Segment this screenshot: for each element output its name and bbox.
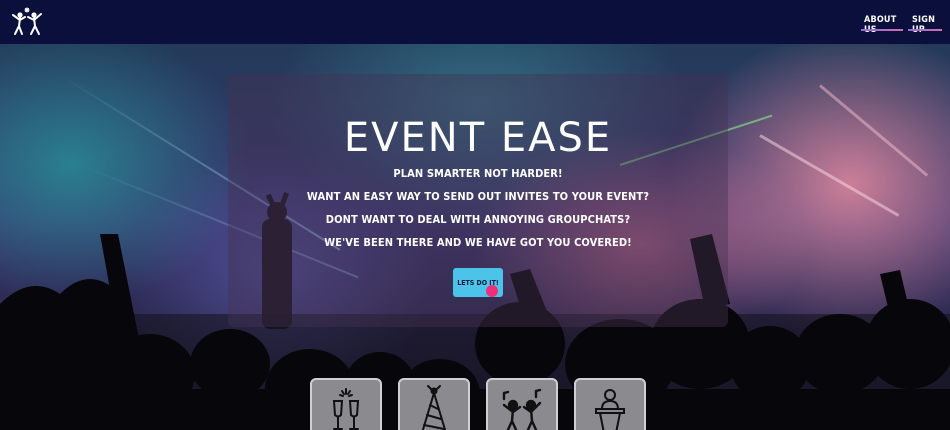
dancing-party-icon	[502, 388, 542, 430]
feature-tile-dancing[interactable]	[486, 378, 558, 430]
hero-card: EVENT EASE PLAN SMARTER NOT HARDER! WANT…	[228, 74, 728, 327]
feature-tile-party[interactable]	[398, 378, 470, 430]
hero-line-invites: WANT AN EASY WAY TO SEND OUT INVITES TO …	[306, 190, 650, 203]
dancing-people-icon[interactable]	[8, 6, 46, 38]
feature-tile-conference[interactable]	[574, 378, 646, 430]
nav-sign-up-link[interactable]: SIGN UP	[908, 15, 942, 35]
top-navbar: ABOUT US SIGN UP	[0, 0, 950, 44]
champagne-glasses-icon	[332, 388, 360, 430]
party-hat-icon	[421, 385, 447, 430]
page-title: EVENT EASE	[343, 115, 613, 161]
podium-speaker-icon	[595, 389, 625, 430]
hero-line-groupchats: DONT WANT TO DEAL WITH ANNOYING GROUPCHA…	[325, 213, 631, 226]
hero-line-covered: WE'VE BEEN THERE AND WE HAVE GOT YOU COV…	[324, 236, 632, 249]
hero-tagline: PLAN SMARTER NOT HARDER!	[393, 167, 563, 180]
mouse-cursor-indicator	[486, 285, 498, 297]
nav-about-us-link[interactable]: ABOUT US	[861, 15, 903, 35]
feature-tile-celebration[interactable]	[310, 378, 382, 430]
